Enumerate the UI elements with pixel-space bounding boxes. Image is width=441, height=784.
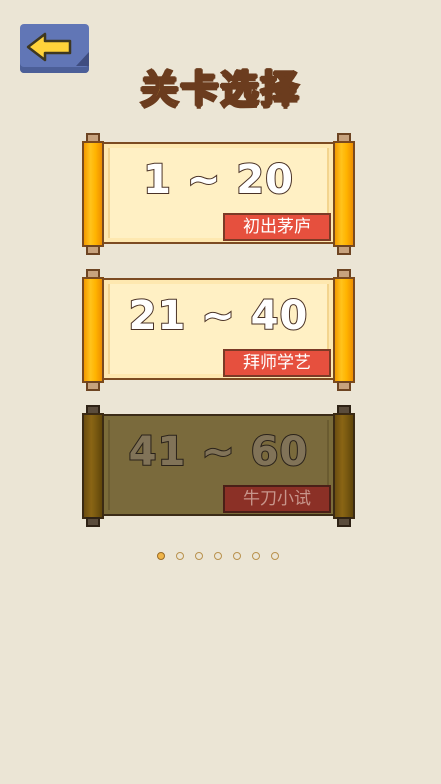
- page-dot-6[interactable]: [252, 552, 260, 560]
- page-dot-5[interactable]: [233, 552, 241, 560]
- level-scroll-3-locked[interactable]: 41 ~ 60 牛刀小试: [82, 405, 355, 527]
- page-dot-4[interactable]: [214, 552, 222, 560]
- level-name-tag: 初出茅庐: [223, 213, 331, 241]
- level-scroll-1[interactable]: 1 ~ 20 初出茅庐: [82, 133, 355, 255]
- page-dot-7[interactable]: [271, 552, 279, 560]
- page-dot-1[interactable]: [157, 552, 165, 560]
- level-range: 21 ~ 40: [128, 292, 309, 340]
- page-dot-3[interactable]: [195, 552, 203, 560]
- level-range: 1 ~ 20: [142, 156, 294, 204]
- page-dot-2[interactable]: [176, 552, 184, 560]
- level-scroll-2[interactable]: 21 ~ 40 拜师学艺: [82, 269, 355, 391]
- page-title: 关卡选择: [139, 66, 301, 112]
- level-name-tag: 拜师学艺: [223, 349, 331, 377]
- page-indicator: [157, 552, 279, 562]
- level-name-tag: 牛刀小试: [223, 485, 331, 513]
- level-range: 41 ~ 60: [128, 428, 309, 476]
